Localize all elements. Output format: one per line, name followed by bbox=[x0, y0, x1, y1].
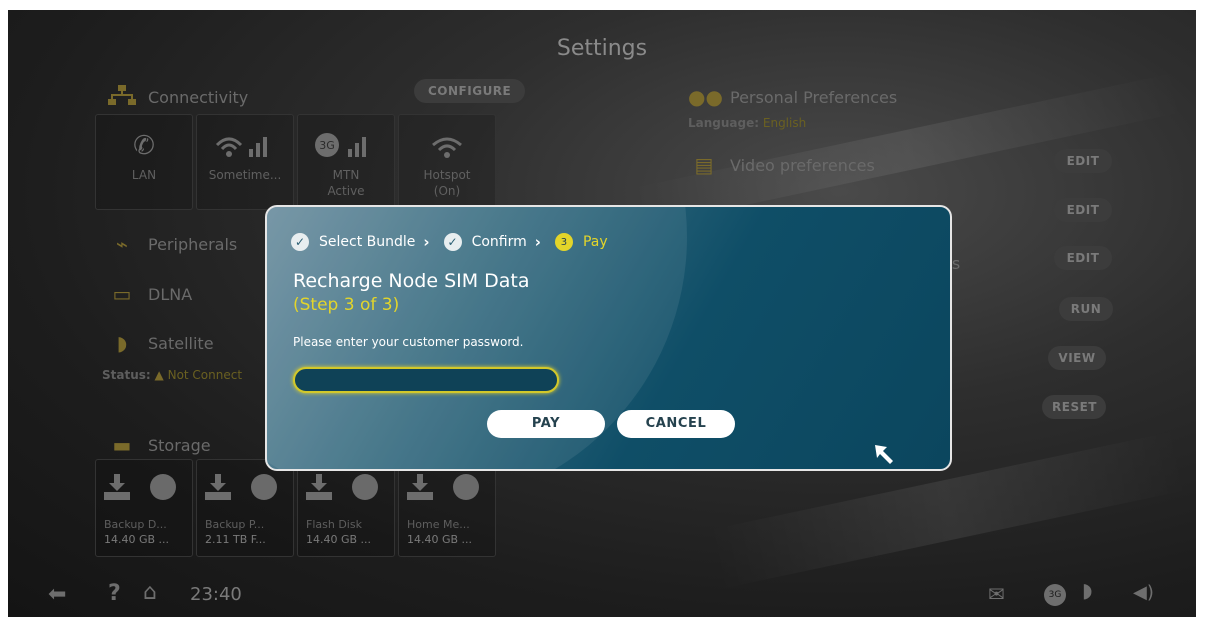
tile-label: LAN bbox=[131, 168, 157, 182]
peripherals-section[interactable]: ⌁ Peripherals bbox=[106, 232, 237, 256]
video-preferences-section[interactable]: ▤ Video preferences bbox=[688, 153, 875, 177]
help-icon[interactable]: ? bbox=[108, 581, 121, 606]
hotspot-wifi-icon bbox=[427, 131, 467, 161]
password-prompt: Please enter your customer password. bbox=[293, 335, 524, 349]
storage-tile[interactable]: Home Me... 14.40 GB ... bbox=[398, 459, 496, 557]
recharge-dialog: ✓ Select Bundle › ✓ Confirm › 3 Pay Rech… bbox=[265, 205, 952, 471]
hotspot-tile[interactable]: Hotspot (On) bbox=[398, 114, 496, 210]
mail-icon[interactable]: ✉ bbox=[988, 582, 1005, 606]
storage-size: 14.40 GB ... bbox=[104, 533, 170, 546]
peripherals-title: Peripherals bbox=[148, 234, 238, 254]
tile-label: Sometime... bbox=[208, 168, 282, 182]
configure-button[interactable]: CONFIGURE bbox=[414, 79, 526, 103]
check-icon: ✓ bbox=[443, 233, 462, 251]
wizard-steps: ✓ Select Bundle › ✓ Confirm › 3 Pay bbox=[291, 233, 608, 251]
video-title: Video preferences bbox=[730, 155, 875, 175]
check-icon: ✓ bbox=[291, 233, 309, 251]
dialog-step-indicator: (Step 3 of 3) bbox=[293, 295, 400, 315]
satellite-icon: ◗ bbox=[116, 331, 128, 355]
network-icon bbox=[106, 85, 138, 110]
satellite-status: Status: ▲ Not Connect bbox=[102, 368, 242, 382]
3g-status-icon[interactable]: 3G bbox=[1044, 584, 1066, 606]
chevron-right-icon: › bbox=[423, 233, 430, 251]
devices-icon: ▭ bbox=[112, 282, 132, 306]
connectivity-section[interactable]: Connectivity bbox=[106, 85, 248, 110]
step-number-badge: 3 bbox=[554, 233, 573, 251]
edit-button[interactable]: EDIT bbox=[1054, 246, 1112, 270]
wifi-tile[interactable]: Sometime... bbox=[196, 114, 294, 210]
status-label: Status: bbox=[102, 368, 151, 382]
svg-text:3G: 3G bbox=[319, 139, 335, 152]
page-title: Settings bbox=[556, 36, 648, 61]
home-icon[interactable]: ⌂ bbox=[143, 580, 157, 605]
reset-button[interactable]: RESET bbox=[1042, 395, 1106, 419]
download-icon bbox=[104, 474, 130, 500]
dlna-section[interactable]: ▭ DLNA bbox=[106, 282, 193, 306]
lan-tile[interactable]: ✆ LAN bbox=[95, 114, 193, 210]
storage-name: Backup D... bbox=[104, 518, 167, 531]
storage-name: Flash Disk bbox=[306, 518, 362, 531]
storage-tile[interactable]: Backup P... 2.11 TB F... bbox=[196, 459, 294, 557]
step-pay: Pay bbox=[582, 234, 608, 250]
wifi-signal-icon bbox=[213, 131, 277, 161]
tile-label: MTN Active bbox=[327, 168, 365, 198]
download-icon bbox=[407, 474, 433, 500]
satellite-warning-icon[interactable]: ◗ bbox=[1082, 578, 1093, 602]
edit-button[interactable]: EDIT bbox=[1054, 198, 1112, 222]
mobile-tile[interactable]: 3G MTN Active bbox=[297, 114, 395, 210]
usage-pie-icon bbox=[251, 474, 277, 500]
language-line: Language: English bbox=[688, 116, 806, 130]
3g-signal-icon: 3G bbox=[314, 131, 378, 161]
connectivity-title: Connectivity bbox=[148, 88, 249, 107]
users-icon: ●● bbox=[688, 85, 723, 109]
satellite-section[interactable]: ◗ Satellite bbox=[106, 331, 214, 355]
download-icon bbox=[205, 474, 231, 500]
storage-size: 14.40 GB ... bbox=[306, 533, 372, 546]
tile-label: Hotspot (On) bbox=[423, 168, 471, 198]
usage-pie-icon bbox=[352, 474, 378, 500]
storage-tile[interactable]: Backup D... 14.40 GB ... bbox=[95, 459, 193, 557]
storage-size: 2.11 TB F... bbox=[205, 533, 266, 546]
edit-button[interactable]: EDIT bbox=[1054, 149, 1112, 173]
storage-size: 14.40 GB ... bbox=[407, 533, 473, 546]
clock-time: 23:40 bbox=[190, 584, 242, 605]
status-value: Not Connect bbox=[167, 368, 243, 382]
dialog-title: Recharge Node SIM Data bbox=[293, 270, 530, 292]
back-arrow-icon[interactable]: ⬅ bbox=[48, 582, 66, 607]
phone-icon: ✆ bbox=[133, 131, 155, 161]
password-input[interactable] bbox=[293, 367, 559, 393]
personal-preferences-section[interactable]: ●● Personal Preferences bbox=[688, 85, 897, 109]
view-button[interactable]: VIEW bbox=[1048, 346, 1106, 370]
language-label: Language: bbox=[688, 116, 760, 130]
storage-tile[interactable]: Flash Disk 14.40 GB ... bbox=[297, 459, 395, 557]
storage-title: Storage bbox=[148, 435, 211, 455]
usage-pie-icon bbox=[150, 474, 176, 500]
drive-icon: ▬ bbox=[112, 433, 132, 457]
storage-section[interactable]: ▬ Storage bbox=[106, 433, 211, 457]
satellite-title: Satellite bbox=[148, 333, 214, 353]
storage-name: Backup P... bbox=[205, 518, 265, 531]
personal-title: Personal Preferences bbox=[730, 87, 898, 107]
film-icon: ▤ bbox=[694, 153, 714, 177]
run-button[interactable]: RUN bbox=[1059, 297, 1113, 321]
cursor-arrow-icon bbox=[875, 445, 893, 464]
warning-icon: ▲ bbox=[154, 368, 164, 382]
language-value: English bbox=[762, 116, 807, 130]
pay-button[interactable]: PAY bbox=[487, 410, 605, 438]
step-confirm: Confirm bbox=[471, 234, 527, 250]
chevron-right-icon: › bbox=[534, 233, 541, 251]
plug-icon: ⌁ bbox=[115, 232, 129, 256]
volume-icon[interactable]: ◀) bbox=[1133, 582, 1154, 603]
usage-pie-icon bbox=[453, 474, 479, 500]
download-icon bbox=[306, 474, 332, 500]
cancel-button[interactable]: CANCEL bbox=[617, 410, 735, 438]
storage-name: Home Me... bbox=[407, 518, 470, 531]
settings-screen: Settings Connectivity CONFIGURE ✆ LAN So… bbox=[8, 10, 1196, 617]
step-select-bundle: Select Bundle bbox=[319, 234, 416, 250]
dlna-title: DLNA bbox=[148, 284, 193, 304]
